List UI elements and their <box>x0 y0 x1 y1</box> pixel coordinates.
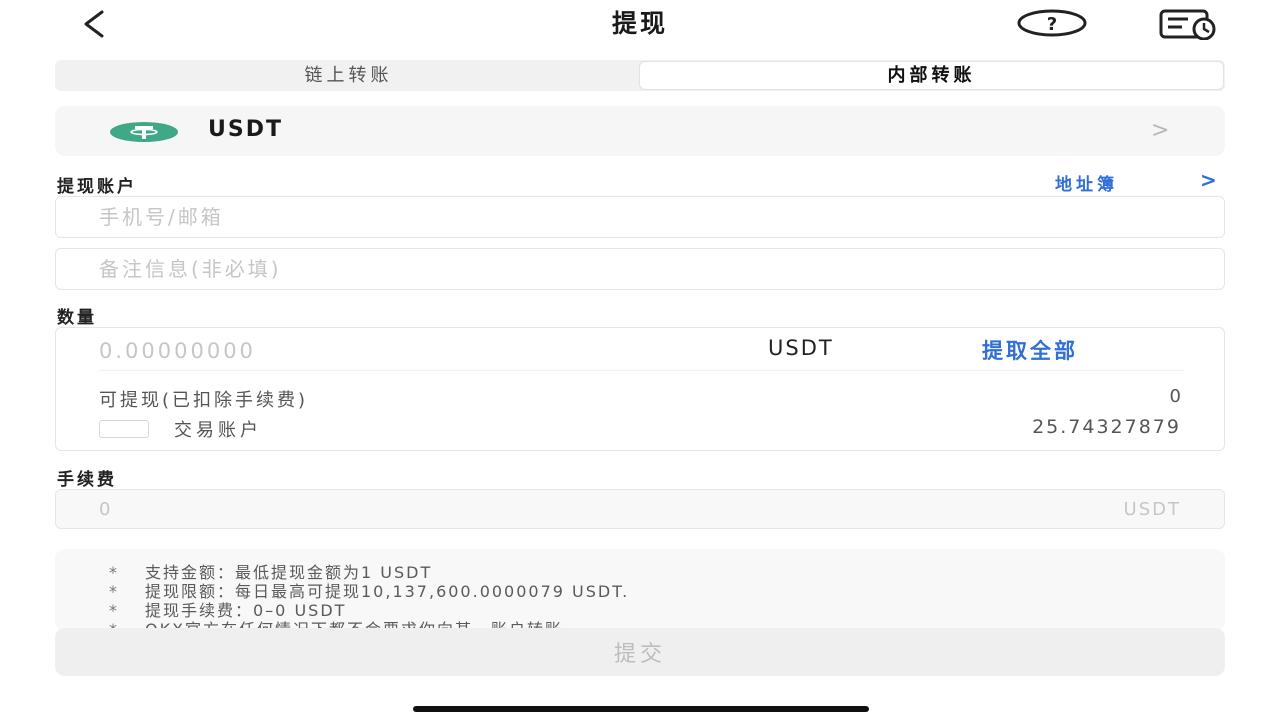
trade-account-balance: 25.74327879 <box>1032 416 1181 438</box>
top-bar: 提现 ? <box>0 0 1280 48</box>
record-icon[interactable] <box>1158 8 1220 40</box>
amount-divider <box>99 370 1185 371</box>
back-icon[interactable] <box>78 6 110 42</box>
memo-input[interactable] <box>56 249 1224 289</box>
address-book-chevron-icon[interactable]: > <box>1200 168 1217 192</box>
notes-box: * 支持金额：最低提现金额为1 USDT * 提现限额：每日最高可提现10,137,… <box>55 549 1225 631</box>
fee-value: 0 <box>99 499 111 520</box>
tab-internal-transfer[interactable]: 内部转账 <box>640 62 1223 89</box>
address-book-link[interactable]: 地址簿 <box>1055 170 1118 195</box>
home-indicator <box>413 706 869 712</box>
page-title: 提现 <box>611 9 668 38</box>
help-icon[interactable]: ? <box>1016 8 1088 38</box>
coin-selector[interactable]: USDT > <box>55 106 1225 156</box>
fee-unit: USDT <box>1123 499 1181 520</box>
transfer-type-tabs: 链上转账 内部转账 <box>55 60 1225 91</box>
amount-input[interactable] <box>99 334 699 368</box>
trade-account-checkbox[interactable] <box>99 420 149 438</box>
account-input[interactable] <box>56 197 1224 237</box>
trade-account-label: 交易账户 <box>174 420 262 441</box>
submit-button[interactable]: 提交 <box>55 628 1225 676</box>
amount-box: USDT 提取全部 可提现(已扣除手续费) 0 交易账户 25.74327879 <box>55 327 1225 451</box>
account-field <box>55 196 1225 238</box>
memo-field <box>55 248 1225 290</box>
chevron-right-icon: > <box>1151 118 1170 143</box>
amount-unit: USDT <box>768 336 834 360</box>
usdt-logo-icon <box>110 122 178 142</box>
tab-onchain-transfer[interactable]: 链上转账 <box>57 62 640 89</box>
svg-text:?: ? <box>1047 14 1057 35</box>
fee-field: 0 USDT <box>55 489 1225 529</box>
coin-name: USDT <box>208 117 283 142</box>
withdraw-account-label: 提现账户 <box>57 177 137 197</box>
available-value: 0 <box>1169 386 1181 407</box>
fee-label: 手续费 <box>57 470 117 490</box>
withdraw-all-button[interactable]: 提取全部 <box>982 335 1078 365</box>
amount-label: 数量 <box>57 308 97 328</box>
available-label: 可提现(已扣除手续费) <box>99 390 309 411</box>
